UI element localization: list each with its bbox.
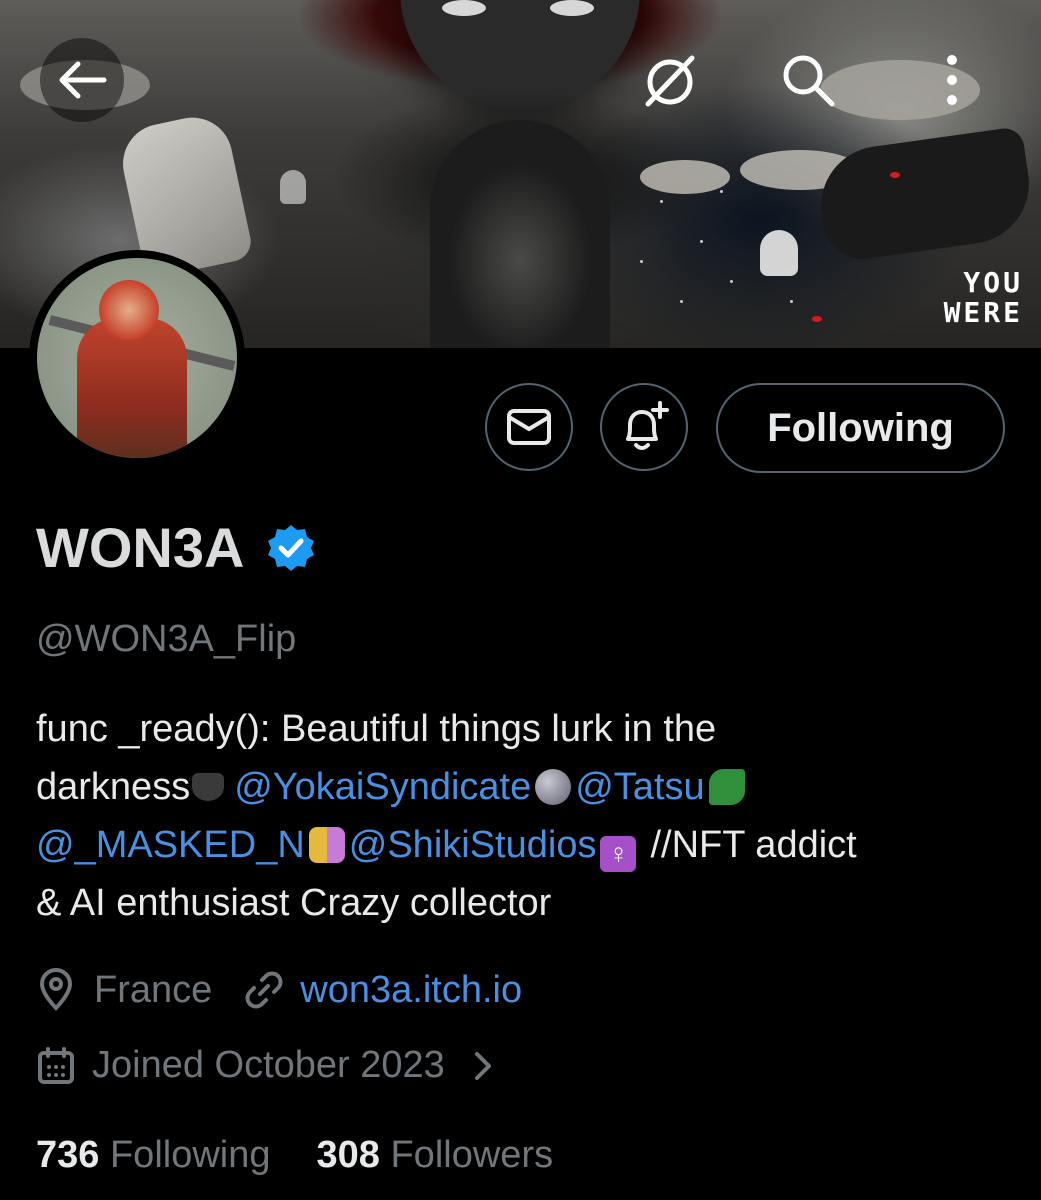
- grok-button[interactable]: [628, 38, 712, 122]
- banner-star: [660, 200, 663, 203]
- mention-link[interactable]: @ShikiStudios: [349, 824, 597, 866]
- banner-wolf-eye: [890, 172, 900, 178]
- grok-icon: [645, 55, 695, 107]
- profile-joined-date: Joined October 2023: [92, 1044, 445, 1086]
- link-icon: [245, 971, 283, 1009]
- bio-text: darkness: [36, 766, 191, 808]
- more-vertical-icon: [947, 55, 957, 105]
- profile-location: France: [94, 968, 213, 1011]
- banner-star: [680, 300, 683, 303]
- dragon-emoji-icon: [708, 769, 745, 805]
- banner-caption-line1: YOU: [963, 266, 1023, 299]
- bio-line-4: & AI enthusiast Crazy collector: [36, 882, 552, 924]
- verified-badge-icon[interactable]: [266, 523, 316, 573]
- profile-name: WON3A: [36, 516, 245, 579]
- profile-name-row: WON3A: [36, 515, 316, 580]
- mention-link[interactable]: @Tatsu: [575, 766, 704, 808]
- message-button[interactable]: [485, 383, 573, 471]
- followers-stat[interactable]: 308 Followers: [317, 1134, 554, 1177]
- banner-star: [720, 190, 723, 193]
- banner-ghost: [280, 170, 306, 204]
- profile-handle: @WON3A_Flip: [36, 618, 297, 660]
- search-button[interactable]: [766, 38, 850, 122]
- profile-website-link[interactable]: won3a.itch.io: [300, 969, 522, 1012]
- search-icon: [783, 55, 835, 107]
- bio-text: //NFT addict: [650, 824, 857, 866]
- banner-caption-line2: WERE: [943, 296, 1023, 329]
- more-options-button[interactable]: [910, 38, 994, 122]
- following-button[interactable]: Following: [716, 383, 1005, 473]
- following-stat[interactable]: 736 Following: [36, 1134, 271, 1177]
- bio-line-2: darkness @YokaiSyndicate @Tatsu: [36, 758, 1016, 816]
- banner-eye: [442, 0, 486, 16]
- envelope-icon: [507, 409, 551, 445]
- bio-line-3: @_MASKED_N @ShikiStudios ♀ //NFT addict: [36, 816, 1016, 874]
- following-label: Following: [109, 1134, 271, 1176]
- location-pin-icon: [39, 968, 73, 1011]
- banner-star: [790, 300, 793, 303]
- banner-figure: [430, 120, 610, 348]
- avatar-head: [99, 280, 159, 340]
- banner-star: [640, 260, 643, 263]
- following-count: 736: [36, 1134, 100, 1176]
- profile-stats: 736 Following 308 Followers: [36, 1134, 553, 1177]
- followers-label: Followers: [390, 1134, 554, 1176]
- chevron-right-icon: [474, 1051, 491, 1080]
- banner-caption: YOU WERE: [944, 268, 1023, 328]
- profile-meta-location-row: France won3a.itch.io: [36, 968, 522, 1012]
- banner-wolf-eye: [812, 316, 822, 322]
- calendar-icon: [38, 1046, 74, 1084]
- profile-bio: func _ready(): Beautiful things lurk in …: [36, 700, 1016, 932]
- followers-count: 308: [316, 1134, 380, 1176]
- bell-plus-icon: [626, 401, 669, 450]
- theater-masks-emoji-icon: [308, 827, 345, 863]
- female-sign-emoji-icon: ♀: [600, 836, 637, 872]
- bio-line-1: func _ready(): Beautiful things lurk in …: [36, 708, 717, 750]
- mention-link[interactable]: @YokaiSyndicate: [234, 766, 531, 808]
- banner-star: [730, 280, 733, 283]
- back-button[interactable]: [40, 38, 124, 122]
- arrow-left-icon: [59, 61, 107, 99]
- banner-star: [700, 240, 703, 243]
- profile-joined-row[interactable]: Joined October 2023: [36, 1044, 497, 1087]
- moon-emoji-icon: [535, 769, 572, 805]
- avatar-image: [37, 258, 237, 458]
- banner-wolf: [813, 125, 1037, 265]
- banner-ghost: [760, 230, 798, 276]
- notifications-button[interactable]: [600, 383, 688, 471]
- banner-eye: [550, 0, 594, 16]
- avatar[interactable]: [29, 250, 245, 466]
- mention-link[interactable]: @_MASKED_N: [36, 824, 305, 866]
- banner-cloud: [640, 160, 730, 194]
- black-heart-emoji-icon: [192, 773, 225, 801]
